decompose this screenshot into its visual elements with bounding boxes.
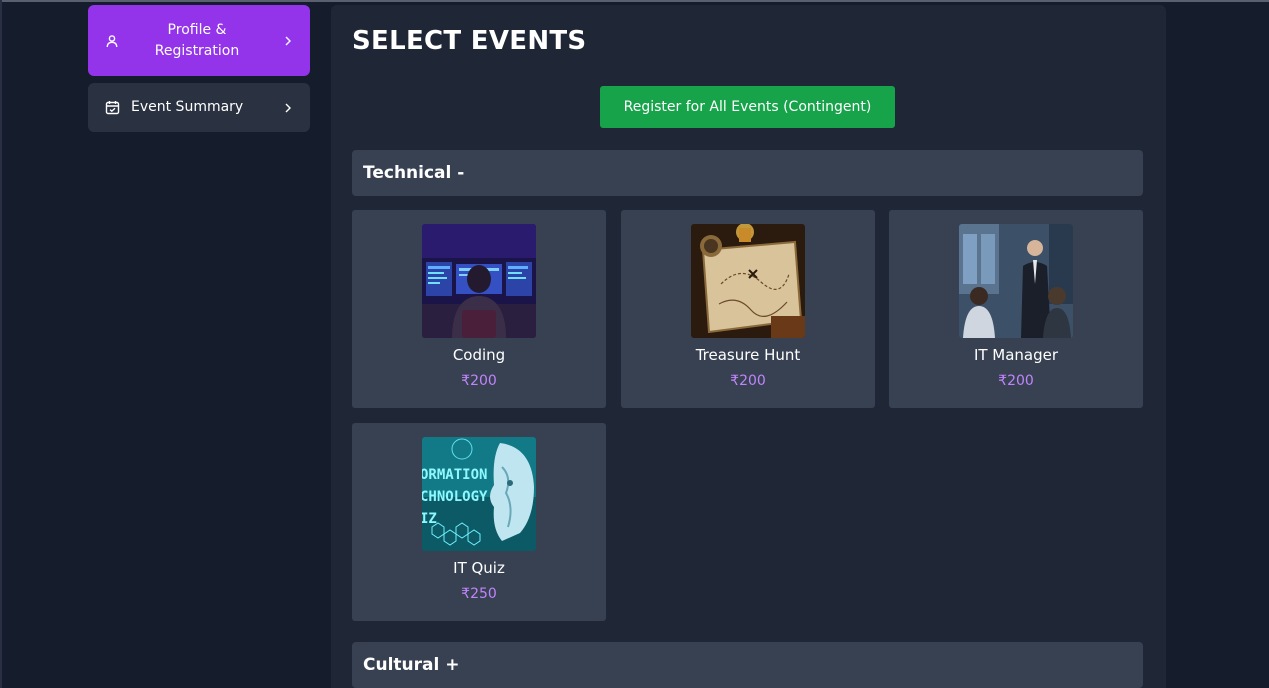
business-meeting-image — [959, 224, 1073, 338]
section-header-cultural[interactable]: Cultural + — [352, 642, 1143, 688]
event-card-coding[interactable]: Coding ₹200 — [352, 210, 606, 408]
image-text: ORMATION — [422, 467, 487, 483]
event-card-treasure-hunt[interactable]: Treasure Hunt ₹200 — [621, 210, 875, 408]
sidebar-item-event-summary[interactable]: Event Summary — [88, 83, 310, 132]
section-header-technical[interactable]: Technical - — [352, 150, 1143, 196]
window-top-border — [0, 0, 1269, 2]
event-name: Coding — [452, 346, 506, 364]
sidebar-item-profile-registration[interactable]: Profile & Registration — [88, 5, 310, 76]
event-price: ₹200 — [998, 373, 1034, 389]
sidebar: Profile & Registration Event Summary — [88, 5, 310, 132]
event-price: ₹250 — [461, 586, 497, 602]
window-left-border — [0, 0, 2, 688]
chevron-right-icon — [282, 102, 294, 114]
main-panel: SELECT EVENTS Register for All Events (C… — [331, 5, 1166, 688]
coding-image — [422, 224, 536, 338]
sidebar-item-label: Profile & Registration — [154, 21, 240, 59]
event-price: ₹200 — [730, 373, 766, 389]
event-name: Treasure Hunt — [695, 346, 801, 364]
register-all-events-button[interactable]: Register for All Events (Contingent) — [600, 86, 895, 128]
calendar-check-icon — [104, 100, 120, 116]
event-card-it-quiz[interactable]: ORMATION CHNOLOGY IZ IT Quiz ₹250 — [352, 423, 606, 621]
user-icon — [104, 33, 120, 49]
chevron-right-icon — [282, 35, 294, 47]
event-price: ₹200 — [461, 373, 497, 389]
event-name: IT Quiz — [453, 559, 505, 577]
page-title: SELECT EVENTS — [352, 26, 587, 56]
sidebar-item-label: Event Summary — [131, 99, 244, 115]
image-text: IZ — [422, 511, 437, 527]
treasure-map-image — [691, 224, 805, 338]
ai-head-image: ORMATION CHNOLOGY IZ — [422, 437, 536, 551]
event-name: IT Manager — [973, 346, 1059, 364]
image-text: CHNOLOGY — [422, 489, 488, 505]
event-card-it-manager[interactable]: IT Manager ₹200 — [889, 210, 1143, 408]
